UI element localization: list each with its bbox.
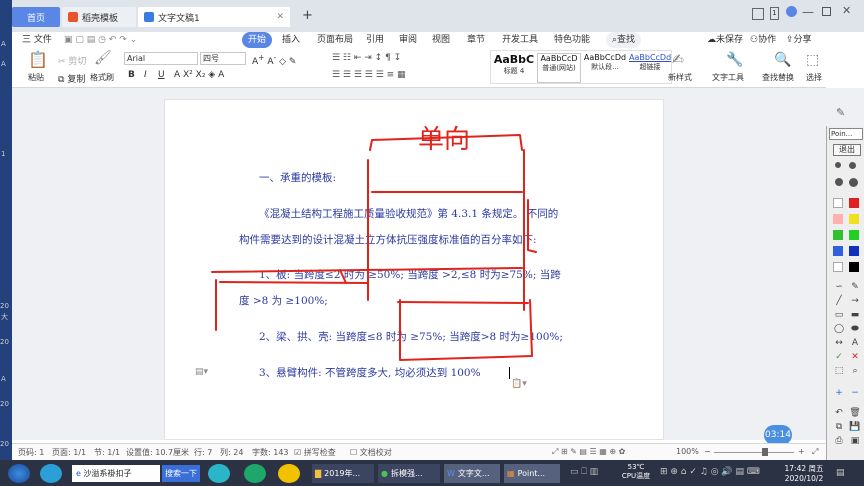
pen-stroke bbox=[397, 301, 529, 304]
search-text: 沙溢系褂扣子 bbox=[83, 469, 132, 478]
pen-icon[interactable]: ✎ bbox=[836, 106, 845, 119]
pen-size-icon[interactable] bbox=[835, 162, 841, 168]
cpu-temp-value: 53℃ bbox=[627, 463, 645, 471]
pen-size-icon[interactable] bbox=[835, 178, 843, 186]
app-icon[interactable] bbox=[244, 464, 266, 483]
cpu-temp-label: CPU温度 bbox=[621, 472, 651, 480]
text-tool-icon[interactable]: A bbox=[849, 338, 861, 348]
freehand-icon[interactable]: ∽ bbox=[833, 282, 845, 292]
taskbar-app-label: 拆模强... bbox=[390, 469, 423, 478]
zoom-slider-handle[interactable] bbox=[762, 448, 768, 456]
proof-label: 文档校对 bbox=[359, 448, 392, 457]
wps-icon: W bbox=[447, 469, 455, 478]
save-icon[interactable]: 💾 bbox=[849, 422, 861, 432]
zoom-slider[interactable] bbox=[714, 452, 794, 453]
zoom-out-icon[interactable]: − bbox=[849, 388, 861, 398]
notification-icon[interactable]: ▤ bbox=[836, 468, 845, 478]
taskbar-app-folder[interactable]: ▇ 2019年... bbox=[312, 464, 374, 483]
color-swatch[interactable] bbox=[849, 246, 859, 256]
taskbar-app-label: 2019年... bbox=[324, 469, 361, 478]
copy-icon[interactable]: ⧉ bbox=[833, 422, 845, 432]
pen-size-icon[interactable] bbox=[849, 162, 856, 169]
tray-icons[interactable]: ⊞ ⊕ ⌂ ✓ ♫ ◎ 🔊 ▤ ⌨ bbox=[660, 467, 760, 477]
exit-button[interactable]: 退出 bbox=[833, 144, 861, 156]
pen-stroke bbox=[339, 269, 347, 284]
qq-icon[interactable] bbox=[278, 464, 300, 483]
filled-rect-icon[interactable]: ▬ bbox=[849, 310, 861, 320]
taskbar-app-browser[interactable]: ● 拆模强... bbox=[378, 464, 440, 483]
start-button[interactable] bbox=[8, 464, 30, 483]
view-mode-buttons[interactable]: ⤢ ⊞ ✎ ▤ ☰ ▦ ⊕ ✿ bbox=[552, 447, 625, 457]
undo-icon[interactable]: ↶ bbox=[833, 408, 845, 418]
taskbar-app-label: 文字文... bbox=[457, 469, 490, 478]
color-swatch[interactable] bbox=[849, 198, 859, 208]
trash-icon[interactable]: 🗑 bbox=[849, 408, 861, 418]
right-gutter: ✎ bbox=[826, 88, 864, 126]
fit-page-icon[interactable]: ⤢ bbox=[812, 447, 818, 457]
zoom-in-icon[interactable]: + bbox=[833, 388, 845, 398]
proof-button[interactable]: ☐ 文档校对 bbox=[350, 447, 392, 458]
status-row: 行: 7 bbox=[194, 448, 213, 457]
zoom-in-icon[interactable]: + bbox=[798, 447, 805, 456]
pen-stroke bbox=[399, 299, 533, 361]
screen-icon[interactable]: ▣ bbox=[849, 436, 861, 446]
spell-check-label: 拼写检查 bbox=[303, 448, 336, 457]
status-words[interactable]: 字数: 143 bbox=[252, 447, 289, 458]
taskbar: e 沙溢系褂扣子 搜索一下 ▇ 2019年... ● 拆模强... W 文字文... … bbox=[0, 460, 864, 486]
filled-ellipse-icon[interactable]: ⬬ bbox=[849, 324, 861, 334]
print-icon[interactable]: ⎙ bbox=[833, 436, 845, 446]
search-input[interactable]: e 沙溢系褂扣子 bbox=[72, 465, 160, 482]
color-swatch[interactable] bbox=[833, 198, 843, 208]
taskbar-app-pointofix[interactable]: ▦ Point... bbox=[504, 464, 560, 483]
tray-icons[interactable]: ▭ ⎕ ▥ bbox=[570, 467, 598, 477]
arrow-icon[interactable]: → bbox=[849, 296, 861, 306]
cross-icon[interactable]: ✕ bbox=[849, 352, 861, 362]
status-page[interactable]: 页码: 1 bbox=[18, 447, 44, 458]
pointofix-panel: Poin... 退出 ∽ ✎ ╱ → ▭ ▬ ◯ ⬬ ↔ A ✓ ✕ ⬚ ⌕ +… bbox=[826, 126, 864, 460]
marker-icon[interactable]: ✎ bbox=[849, 282, 861, 292]
app-icon[interactable] bbox=[40, 464, 62, 483]
taskbar-app-label: Point... bbox=[517, 469, 546, 478]
line-icon[interactable]: ╱ bbox=[833, 296, 845, 306]
status-pages: 页面: 1/1 bbox=[52, 448, 87, 457]
magnify-icon[interactable]: ⌕ bbox=[849, 366, 861, 376]
color-swatch[interactable] bbox=[833, 230, 843, 240]
clock[interactable]: 17:42 周五 2020/10/2 bbox=[780, 463, 828, 483]
double-arrow-icon[interactable]: ↔ bbox=[833, 338, 845, 348]
ellipse-icon[interactable]: ◯ bbox=[833, 324, 845, 334]
zoom-level[interactable]: 100% bbox=[676, 447, 699, 456]
color-swatch[interactable] bbox=[833, 214, 843, 224]
taskbar-app-writer[interactable]: W 文字文... bbox=[444, 464, 500, 483]
pen-stroke bbox=[527, 199, 537, 253]
status-setting: 设置值: 10.7厘米 bbox=[126, 448, 190, 457]
cpu-temp[interactable]: 53℃ CPU温度 bbox=[618, 463, 654, 481]
color-swatch[interactable] bbox=[849, 262, 859, 272]
color-swatch[interactable] bbox=[833, 262, 843, 272]
color-swatch[interactable] bbox=[849, 230, 859, 240]
rect-icon[interactable]: ▭ bbox=[833, 310, 845, 320]
app-icon[interactable] bbox=[208, 464, 230, 483]
color-swatch[interactable] bbox=[833, 246, 843, 256]
pen-size-icon[interactable] bbox=[849, 178, 858, 187]
search-submit-button[interactable]: 搜索一下 bbox=[162, 465, 200, 482]
pen-handwriting: 单向 bbox=[418, 125, 470, 155]
timer-badge[interactable]: 03:14 bbox=[764, 425, 792, 445]
ie-icon: e bbox=[76, 469, 81, 478]
status-col: 列: 24 bbox=[220, 448, 244, 457]
pointofix-title: Poin... bbox=[829, 128, 863, 140]
pen-annotation-layer: 单向 bbox=[211, 125, 537, 361]
pointofix-icon: ▦ bbox=[507, 469, 515, 478]
clock-time: 17:42 周五 bbox=[784, 464, 824, 473]
spell-check-button[interactable]: ☑ 拼写检查 bbox=[294, 447, 336, 458]
status-bar: 页码: 1 页面: 1/1 节: 1/1 设置值: 10.7厘米 行: 7 列:… bbox=[12, 443, 826, 460]
status-section: 节: 1/1 bbox=[94, 448, 121, 457]
check-icon[interactable]: ✓ bbox=[833, 352, 845, 362]
browser-icon: ● bbox=[381, 469, 388, 478]
clock-date: 2020/10/2 bbox=[784, 474, 824, 483]
color-swatch[interactable] bbox=[849, 214, 859, 224]
folder-icon: ▇ bbox=[315, 469, 322, 478]
zoom-out-icon[interactable]: − bbox=[704, 447, 711, 456]
select-rect-icon[interactable]: ⬚ bbox=[833, 366, 845, 376]
